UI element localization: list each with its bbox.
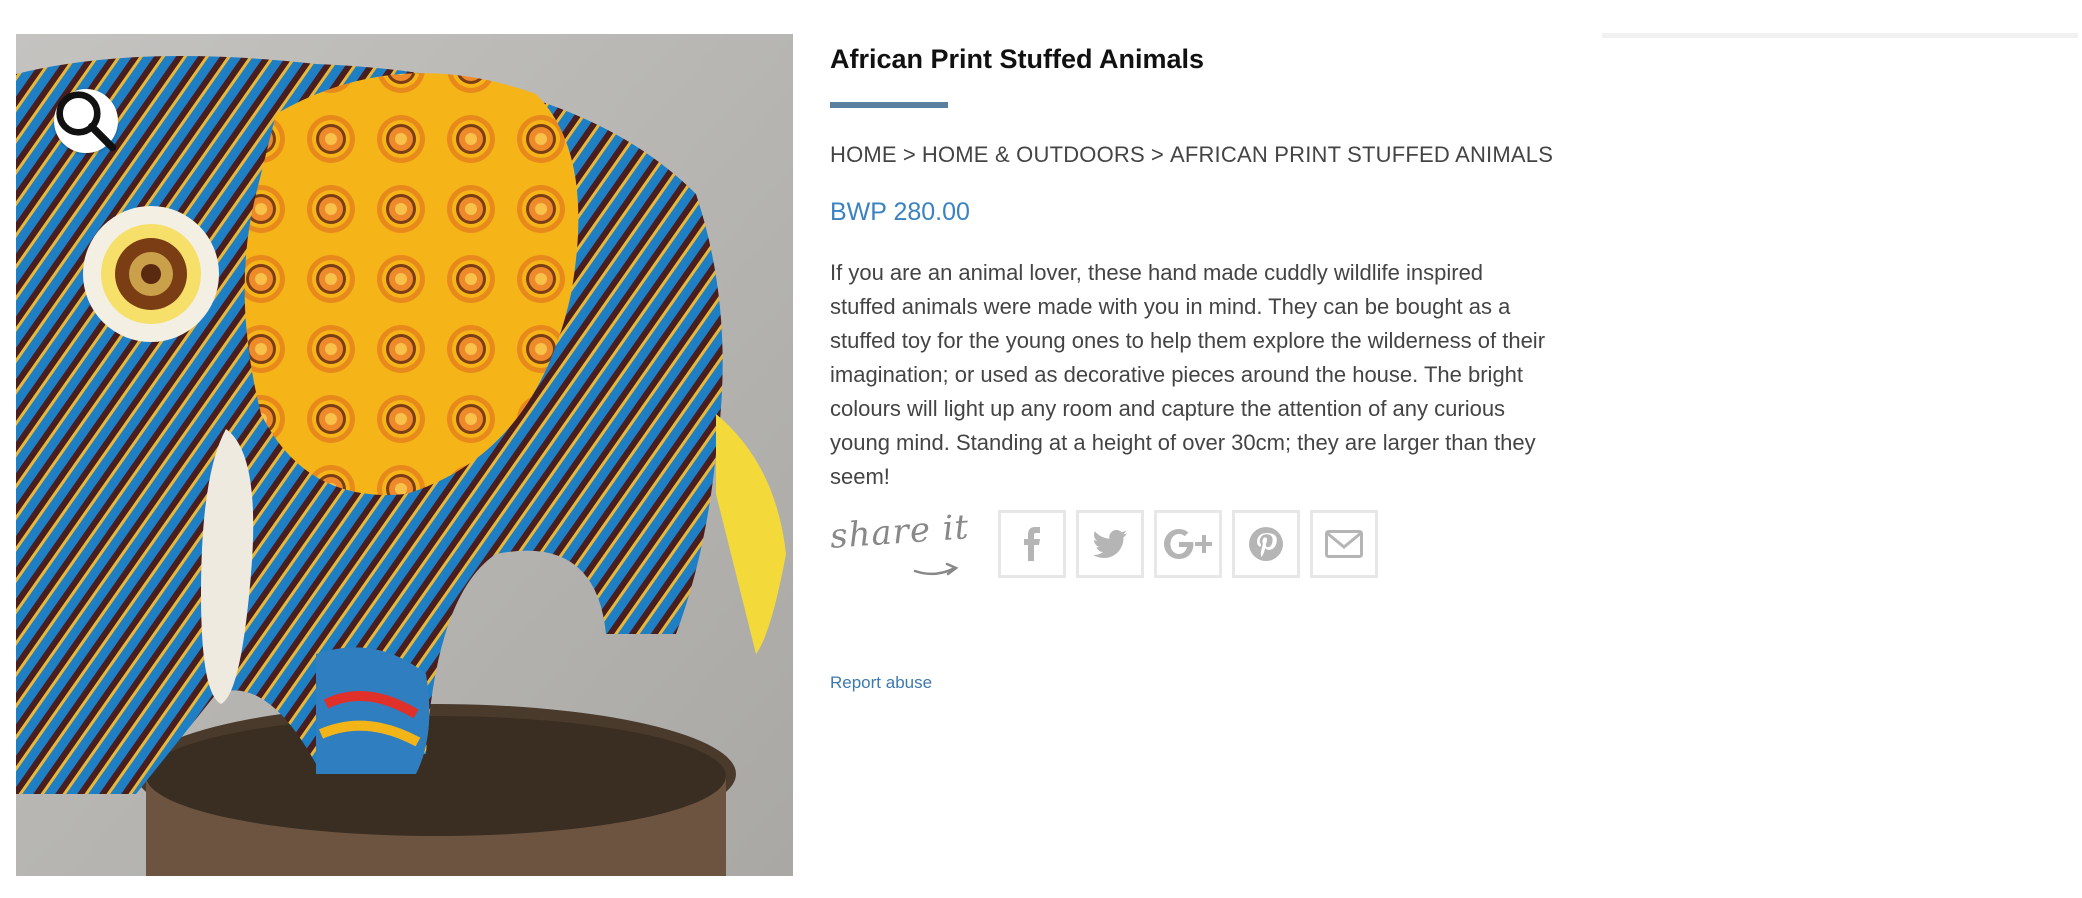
product-price: BWP 280.00: [830, 198, 970, 226]
share-email-button[interactable]: [1310, 510, 1378, 578]
report-abuse-link[interactable]: Report abuse: [830, 673, 932, 693]
zoom-button[interactable]: [54, 89, 118, 153]
product-description: If you are an animal lover, these hand m…: [830, 260, 1546, 489]
envelope-icon: [1325, 530, 1363, 558]
search-icon: [56, 91, 117, 152]
breadcrumb-separator: >: [1150, 142, 1164, 167]
share-row: share it: [829, 507, 1430, 588]
elephant-photo: [16, 34, 793, 876]
share-pinterest-button[interactable]: [1232, 510, 1300, 578]
share-facebook-button[interactable]: [998, 510, 1066, 578]
breadcrumb-home-outdoors[interactable]: HOME & OUTDOORS: [922, 142, 1145, 167]
google-plus-icon: [1164, 529, 1212, 559]
breadcrumb-current: AFRICAN PRINT STUFFED ANIMALS: [1169, 142, 1554, 167]
share-buttons: [998, 510, 1378, 578]
pinterest-icon: [1249, 527, 1283, 561]
facebook-icon: [1024, 527, 1040, 561]
curved-arrow-icon: [913, 562, 959, 576]
product-image[interactable]: [16, 34, 793, 876]
share-twitter-button[interactable]: [1076, 510, 1144, 578]
sidebar-divider: [1602, 33, 2078, 38]
breadcrumb: HOME > HOME & OUTDOORS > AFRICAN PRINT STUFF…: [830, 142, 1553, 168]
breadcrumb-separator: >: [902, 142, 916, 167]
twitter-icon: [1093, 530, 1127, 558]
share-google-plus-button[interactable]: [1154, 510, 1222, 578]
breadcrumb-home[interactable]: HOME: [830, 142, 897, 167]
product-title: African Print Stuffed Animals: [830, 44, 1205, 74]
title-underline: [830, 102, 948, 108]
share-label: share it: [829, 507, 971, 588]
